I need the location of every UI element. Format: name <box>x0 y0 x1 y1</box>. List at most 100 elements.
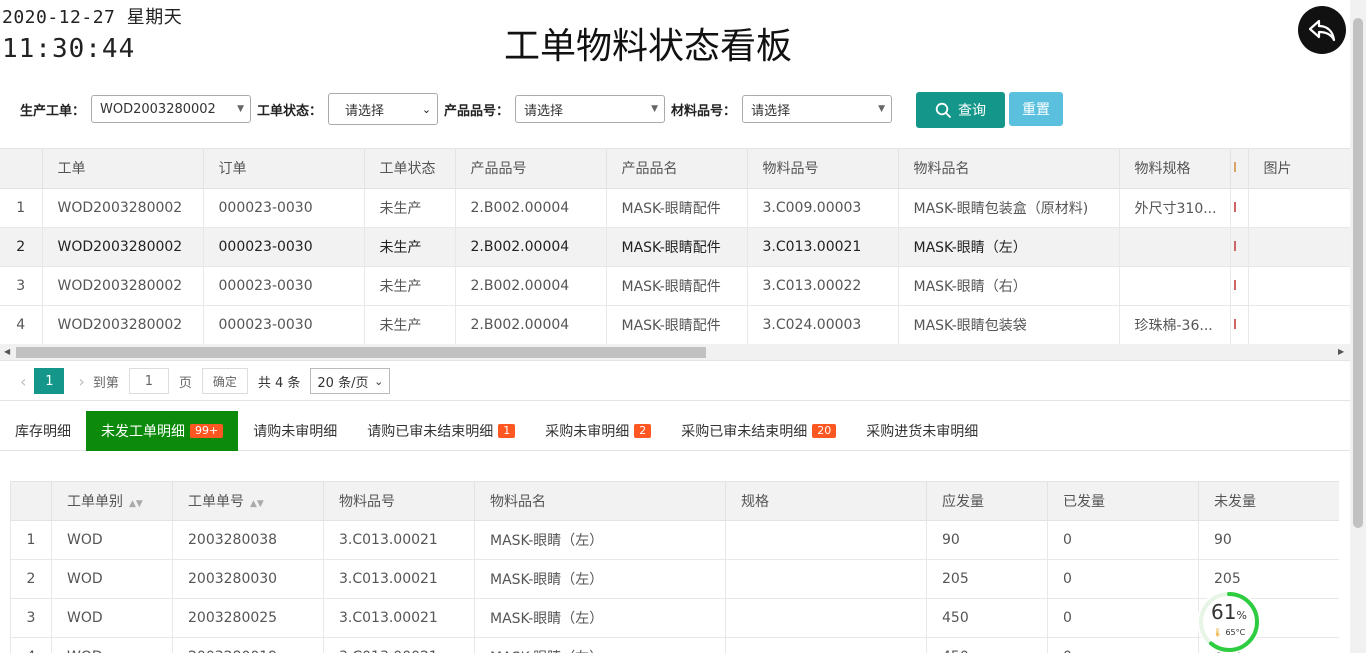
tab-badge: 2 <box>634 424 652 438</box>
cell-material-name: MASK-眼睛包装袋 <box>898 305 1120 344</box>
row-index: 3 <box>10 598 52 638</box>
tab-label: 未发工单明细 <box>101 424 185 440</box>
cell-image <box>1248 227 1350 267</box>
col-header-order-type[interactable]: 工单单别 ▲▼ <box>51 481 173 521</box>
table-row[interactable]: 4 WOD 2003280019 3.C013.00021 MASK-眼睛（左）… <box>10 637 1339 653</box>
tab-badge: 99+ <box>190 424 224 438</box>
scroll-left-icon[interactable]: ◀ <box>4 347 10 356</box>
header-label: 工单单别 <box>67 494 123 510</box>
tab-inventory[interactable]: 库存明细 <box>0 411 86 451</box>
gauge-temperature-value: 65°C <box>1225 628 1246 637</box>
cell-work-order: WOD2003280002 <box>42 305 204 344</box>
back-button[interactable] <box>1298 6 1346 54</box>
tab-label: 采购未审明细 <box>545 424 630 440</box>
table-row[interactable]: 3 WOD 2003280025 3.C013.00021 MASK-眼睛（左）… <box>10 598 1339 638</box>
material-label: 材料品号： <box>671 103 737 119</box>
cell-truncated <box>1230 305 1249 344</box>
table-row[interactable]: 1 WOD 2003280038 3.C013.00021 MASK-眼睛（左）… <box>10 520 1339 560</box>
page-size-value: 20 条/页 <box>317 375 369 391</box>
status-label: 工单状态： <box>257 103 323 119</box>
query-button-label: 查询 <box>958 103 986 119</box>
table-row[interactable]: 4 WOD2003280002 000023-0030 未生产 2.B002.0… <box>0 305 1350 344</box>
work-order-select[interactable]: WOD2003280002 ▼ <box>91 95 252 123</box>
sort-icon[interactable]: ▲▼ <box>129 499 143 509</box>
cell-order-no: 2003280025 <box>172 598 324 638</box>
tab-receipt-unreviewed[interactable]: 采购进货未审明细 <box>851 411 993 451</box>
table-row[interactable]: 1 WOD2003280002 000023-0030 未生产 2.B002.0… <box>0 188 1350 228</box>
tab-requisition-open[interactable]: 请购已审未结束明细 1 <box>352 411 530 451</box>
cell-required-qty: 450 <box>926 598 1048 638</box>
tab-unissued-work-orders[interactable]: 未发工单明细 99+ <box>86 411 239 451</box>
work-order-label: 生产工单： <box>20 103 86 119</box>
cell-material-no: 3.C013.00021 <box>323 520 475 560</box>
reset-button[interactable]: 重置 <box>1009 92 1063 126</box>
gauge-value: 61 <box>1211 600 1237 624</box>
cell-order-type: WOD <box>51 598 173 638</box>
tab-purchase-open[interactable]: 采购已审未结束明细 20 <box>666 411 851 451</box>
product-select[interactable]: 请选择 ▼ <box>515 95 666 123</box>
prev-page-icon[interactable]: ‹ <box>20 372 26 391</box>
status-value: 请选择 <box>345 103 385 119</box>
col-header-product-name: 产品品名 <box>606 149 748 189</box>
cell-order: 000023-0030 <box>203 266 365 306</box>
next-page-icon[interactable]: › <box>78 372 84 391</box>
row-index: 4 <box>10 637 52 653</box>
cell-spec <box>725 637 927 653</box>
tab-label: 采购进货未审明细 <box>866 424 979 440</box>
cell-required-qty: 90 <box>926 520 1048 560</box>
cpu-gauge-widget[interactable]: 61% 🌡 65°C <box>1197 590 1261 653</box>
cell-product-name: MASK-眼睛配件 <box>606 266 748 306</box>
tab-badge: 1 <box>498 424 516 438</box>
col-header-index <box>10 481 52 521</box>
page-scrollbar[interactable] <box>1350 0 1366 653</box>
page-size-select[interactable]: 20 条/页 ⌄ <box>310 368 391 394</box>
table-row[interactable]: 2 WOD2003280002 000023-0030 未生产 2.B002.0… <box>0 227 1350 267</box>
tab-label: 请购未审明细 <box>253 424 338 440</box>
cell-material-spec <box>1119 266 1231 306</box>
page-label: 页 <box>178 375 192 391</box>
cell-material-name: MASK-眼睛（左） <box>474 637 726 653</box>
filter-bar: 生产工单： WOD2003280002 ▼ 工单状态： 请选择 ⌄ 产品品号： … <box>20 92 898 126</box>
col-header-order-no[interactable]: 工单单号 ▲▼ <box>172 481 324 521</box>
table-horizontal-scrollbar[interactable]: ◀ ▶ <box>0 344 1350 361</box>
page-1-button[interactable]: 1 <box>34 368 65 394</box>
material-select[interactable]: 请选择 ▼ <box>742 95 893 123</box>
sort-icon[interactable]: ▲▼ <box>250 499 264 509</box>
tab-label: 采购已审未结束明细 <box>681 424 808 440</box>
cell-order: 000023-0030 <box>203 227 365 267</box>
cell-product-no: 2.B002.00004 <box>455 227 607 267</box>
scroll-right-icon[interactable]: ▶ <box>1338 347 1344 356</box>
cell-status: 未生产 <box>364 266 456 306</box>
cell-issued-qty: 0 <box>1047 559 1199 599</box>
tab-purchase-unreviewed[interactable]: 采购未审明细 2 <box>530 411 666 451</box>
cell-spec <box>725 559 927 599</box>
tab-label: 库存明细 <box>15 424 71 440</box>
tab-badge: 20 <box>812 424 837 438</box>
table-header-row: 工单 订单 工单状态 产品品号 产品品名 物料品号 物料品名 物料规格 图片 <box>0 149 1350 189</box>
cell-material-spec: 外尺寸310... <box>1119 188 1231 228</box>
goto-page-input[interactable]: 1 <box>128 368 169 394</box>
cell-product-name: MASK-眼睛配件 <box>606 188 748 228</box>
query-button[interactable]: 查询 <box>916 92 1005 128</box>
cell-material-no: 3.C013.00021 <box>747 227 899 267</box>
cell-product-no: 2.B002.00004 <box>455 188 607 228</box>
header-label: 工单单号 <box>188 494 244 510</box>
cell-material-no: 3.C013.00021 <box>323 598 475 638</box>
page-title: 工单物料状态看板 <box>503 26 792 67</box>
col-header-issued-qty: 已发量 <box>1047 481 1199 521</box>
table-row[interactable]: 3 WOD2003280002 000023-0030 未生产 2.B002.0… <box>0 266 1350 306</box>
col-header-spec: 规格 <box>725 481 927 521</box>
status-select[interactable]: 请选择 ⌄ <box>328 93 439 125</box>
goto-confirm-button[interactable]: 确定 <box>201 368 248 394</box>
row-index: 2 <box>0 227 43 267</box>
table-row[interactable]: 2 WOD 2003280030 3.C013.00021 MASK-眼睛（左）… <box>10 559 1339 599</box>
gauge-temperature: 🌡 65°C <box>1197 628 1261 637</box>
tab-requisition-unreviewed[interactable]: 请购未审明细 <box>238 411 352 451</box>
row-index: 4 <box>0 305 43 344</box>
cell-order-no: 2003280030 <box>172 559 324 599</box>
col-header-truncated <box>1230 149 1249 189</box>
cell-spec <box>725 598 927 638</box>
table-header-row: 工单单别 ▲▼ 工单单号 ▲▼ 物料品号 物料品名 规格 应发量 已发量 未发量 <box>10 481 1339 521</box>
pagination: ‹ 1 › 到第 1 页 确定 共 4 条 20 条/页 ⌄ <box>12 368 391 394</box>
cell-product-name: MASK-眼睛配件 <box>606 305 748 344</box>
